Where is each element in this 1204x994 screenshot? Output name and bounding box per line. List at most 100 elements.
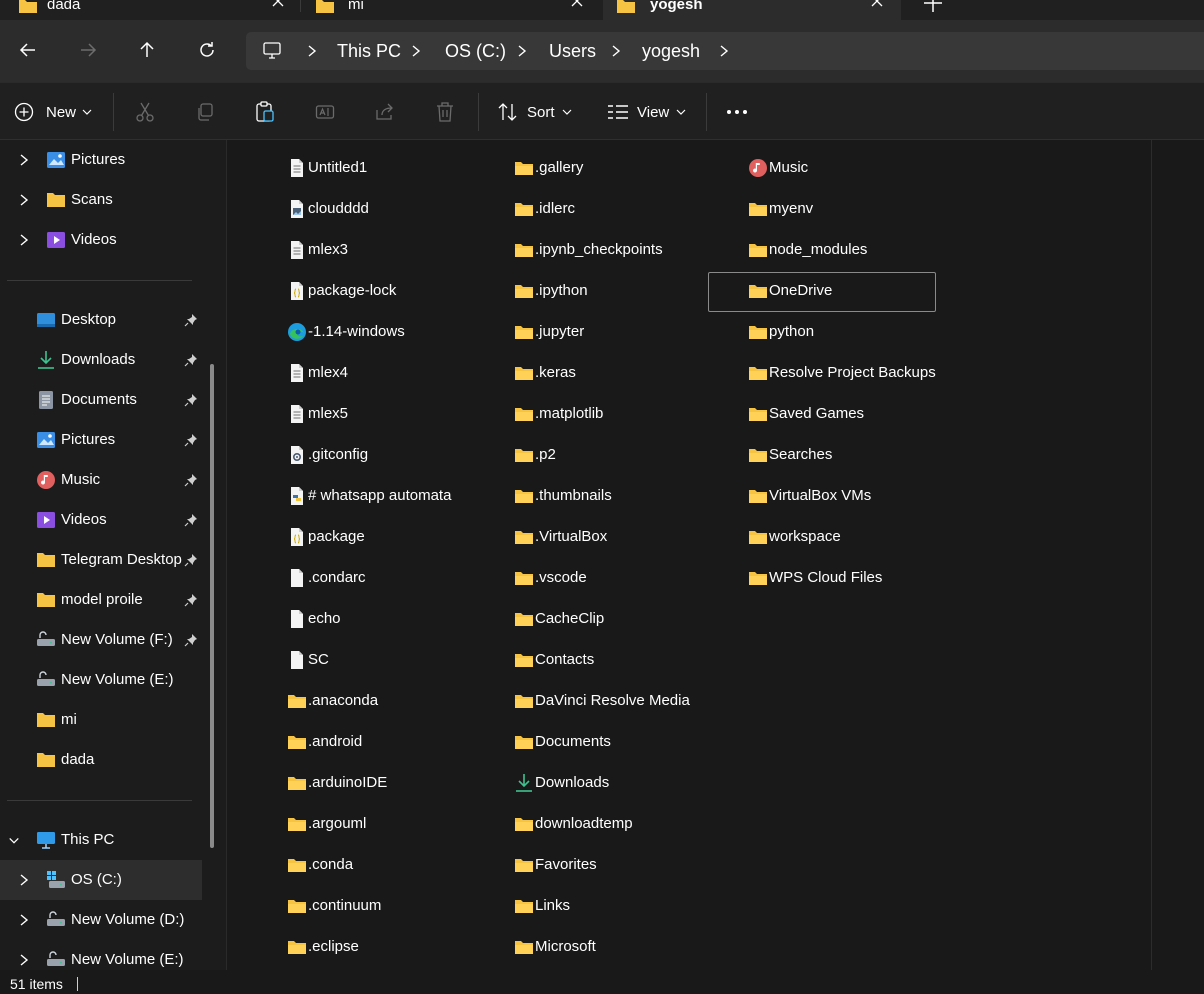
file-item[interactable]: mlex5 (287, 394, 513, 434)
file-item[interactable]: mlex4 (287, 353, 513, 393)
new-tab-plus-icon[interactable] (920, 0, 946, 16)
sidebar-item-new-volume-f[interactable]: New Volume (F:) (0, 620, 202, 660)
sidebar-item-pictures[interactable]: Pictures (0, 420, 202, 460)
pin-icon[interactable] (184, 593, 198, 607)
more-options-button[interactable] (726, 97, 748, 127)
file-item[interactable]: Untitled1 (287, 148, 513, 188)
file-item[interactable]: Documents (514, 722, 740, 762)
file-item[interactable]: -1.14-windows (287, 312, 513, 352)
sidebar-item-documents[interactable]: Documents (0, 380, 202, 420)
file-item[interactable]: Searches (748, 435, 974, 475)
sidebar-item-os-c[interactable]: OS (C:) (0, 860, 202, 900)
close-icon[interactable] (870, 0, 884, 8)
delete-button[interactable] (435, 97, 455, 127)
file-item[interactable]: .gitconfig (287, 435, 513, 475)
file-item[interactable]: .ipython (514, 271, 740, 311)
pin-icon[interactable] (184, 513, 198, 527)
file-item[interactable]: Microsoft (514, 927, 740, 967)
sidebar-item-dada[interactable]: dada (0, 740, 202, 780)
sidebar-item-new-volume-d[interactable]: New Volume (D:) (0, 900, 202, 940)
file-item[interactable]: .vscode (514, 558, 740, 598)
sidebar-item-telegram-desktop[interactable]: Telegram Desktop (0, 540, 202, 580)
file-item[interactable]: Contacts (514, 640, 740, 680)
file-item[interactable]: Music (748, 148, 974, 188)
pin-icon[interactable] (184, 633, 198, 647)
file-item[interactable]: .conda (287, 845, 513, 885)
tab-yogesh[interactable]: yogesh (603, 0, 901, 20)
file-item[interactable]: .jupyter (514, 312, 740, 352)
sidebar-item-videos[interactable]: Videos (0, 500, 202, 540)
file-item[interactable]: Downloads (514, 763, 740, 803)
paste-button[interactable] (255, 97, 275, 127)
pin-icon[interactable] (184, 353, 198, 367)
sidebar-scrollbar[interactable] (210, 364, 214, 848)
close-icon[interactable] (271, 0, 285, 8)
chevron-right-icon[interactable] (718, 44, 730, 58)
breadcrumb-this-pc[interactable]: This PC (337, 41, 401, 61)
sidebar-item-mi[interactable]: mi (0, 700, 202, 740)
file-item[interactable]: package-lock (287, 271, 513, 311)
file-item[interactable]: myenv (748, 189, 974, 229)
breadcrumb-users[interactable]: Users (549, 41, 596, 61)
chevron-right-icon[interactable] (410, 44, 422, 58)
breadcrumb-yogesh[interactable]: yogesh (642, 41, 700, 61)
new-button[interactable]: New (14, 97, 92, 127)
file-item[interactable]: SC (287, 640, 513, 680)
copy-button[interactable] (195, 97, 215, 127)
sidebar-item-scans[interactable]: Scans (0, 180, 202, 220)
file-item[interactable]: .anaconda (287, 681, 513, 721)
file-item[interactable]: .arduinoIDE (287, 763, 513, 803)
sort-button[interactable]: Sort (497, 97, 572, 127)
file-item[interactable]: .android (287, 722, 513, 762)
file-item[interactable]: .argouml (287, 804, 513, 844)
address-bar[interactable]: This PC OS (C:) Users yogesh (246, 32, 1204, 70)
file-item[interactable]: .ipynb_checkpoints (514, 230, 740, 270)
back-button[interactable] (14, 36, 42, 64)
file-item[interactable]: cloudddd (287, 189, 513, 229)
file-item[interactable]: downloadtemp (514, 804, 740, 844)
file-item[interactable]: # whatsapp automata (287, 476, 513, 516)
chevron-right-icon[interactable] (18, 873, 30, 887)
tab-dada[interactable]: dada (0, 0, 300, 20)
file-item[interactable]: VirtualBox VMs (748, 476, 974, 516)
file-item[interactable]: .VirtualBox (514, 517, 740, 557)
file-item[interactable]: .p2 (514, 435, 740, 475)
sidebar-item-this-pc[interactable]: This PC (0, 820, 202, 860)
file-item[interactable]: CacheClip (514, 599, 740, 639)
chevron-right-icon[interactable] (516, 44, 528, 58)
file-item[interactable]: .matplotlib (514, 394, 740, 434)
breadcrumb-os-c[interactable]: OS (C:) (445, 41, 506, 61)
close-icon[interactable] (570, 0, 584, 8)
file-item[interactable]: Saved Games (748, 394, 974, 434)
sidebar-item-new-volume-e[interactable]: New Volume (E:) (0, 660, 202, 700)
file-item[interactable]: node_modules (748, 230, 974, 270)
chevron-down-icon[interactable] (8, 834, 20, 848)
view-button[interactable]: View (607, 97, 686, 127)
up-button[interactable] (133, 36, 161, 64)
file-item[interactable]: .thumbnails (514, 476, 740, 516)
chevron-right-icon[interactable] (306, 44, 318, 58)
file-item[interactable]: .gallery (514, 148, 740, 188)
file-item[interactable]: .continuum (287, 886, 513, 926)
file-item[interactable]: python (748, 312, 974, 352)
pin-icon[interactable] (184, 433, 198, 447)
file-item[interactable]: .idlerc (514, 189, 740, 229)
chevron-right-icon[interactable] (18, 233, 30, 247)
refresh-button[interactable] (193, 36, 221, 64)
share-button[interactable] (375, 97, 395, 127)
sidebar-item-videos-tree[interactable]: Videos (0, 220, 202, 260)
tab-mi[interactable]: mi (301, 0, 601, 20)
sidebar-item-music[interactable]: Music (0, 460, 202, 500)
file-item[interactable]: WPS Cloud Files (748, 558, 974, 598)
file-item[interactable]: Resolve Project Backups (748, 353, 974, 393)
file-item[interactable]: Favorites (514, 845, 740, 885)
file-item[interactable]: .keras (514, 353, 740, 393)
file-item[interactable]: Links (514, 886, 740, 926)
rename-button[interactable] (315, 97, 335, 127)
forward-button[interactable] (74, 36, 102, 64)
file-item[interactable]: workspace (748, 517, 974, 557)
file-item[interactable]: echo (287, 599, 513, 639)
pin-icon[interactable] (184, 393, 198, 407)
chevron-right-icon[interactable] (18, 193, 30, 207)
file-item[interactable]: package (287, 517, 513, 557)
